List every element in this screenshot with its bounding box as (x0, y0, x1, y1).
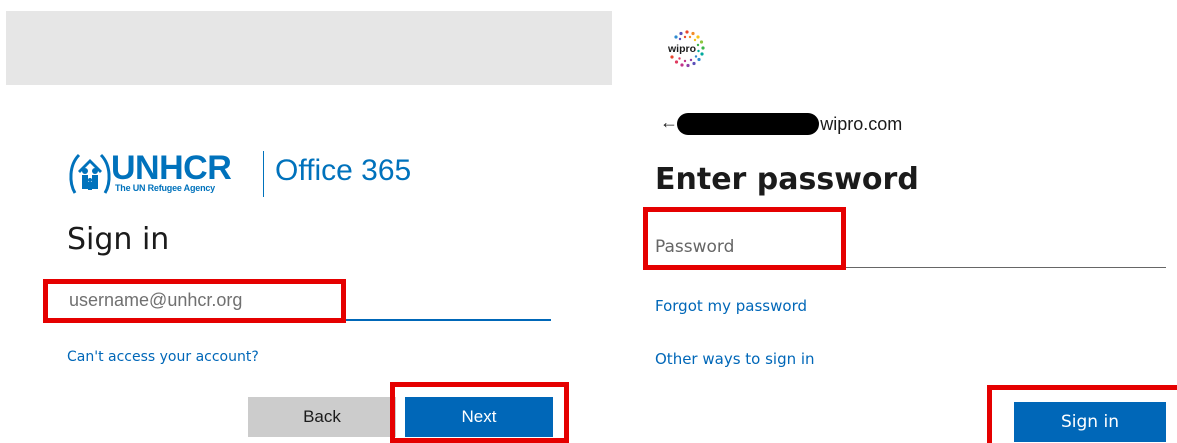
password-input[interactable] (655, 226, 1166, 268)
logo-divider (263, 151, 264, 197)
unhcr-emblem-icon (69, 153, 111, 194)
office365-wordmark: Office 365 (275, 154, 412, 187)
back-button[interactable]: Back (248, 397, 396, 437)
username-input[interactable] (67, 281, 551, 321)
unhcr-tagline: The UN Refugee Agency (115, 183, 215, 193)
signin-title: Sign in (67, 222, 170, 257)
unhcr-wordmark: UNHCR (111, 149, 232, 187)
redacted-username (677, 113, 819, 135)
sign-in-button[interactable]: Sign in (1014, 402, 1166, 442)
top-banner-placeholder (6, 11, 612, 85)
cant-access-account-link[interactable]: Can't access your account? (67, 349, 259, 365)
back-arrow-icon[interactable]: ← (660, 111, 678, 133)
next-button[interactable]: Next (405, 397, 553, 437)
wipro-logo-text: wipro (667, 43, 696, 55)
unhcr-office365-logo: UNHCR The UN Refugee Agency Office 365 (67, 149, 447, 201)
enter-password-title: Enter password (655, 162, 919, 197)
forgot-password-link[interactable]: Forgot my password (655, 297, 807, 315)
wipro-logo-icon: wipro (667, 30, 705, 68)
other-ways-to-sign-in-link[interactable]: Other ways to sign in (655, 350, 815, 368)
